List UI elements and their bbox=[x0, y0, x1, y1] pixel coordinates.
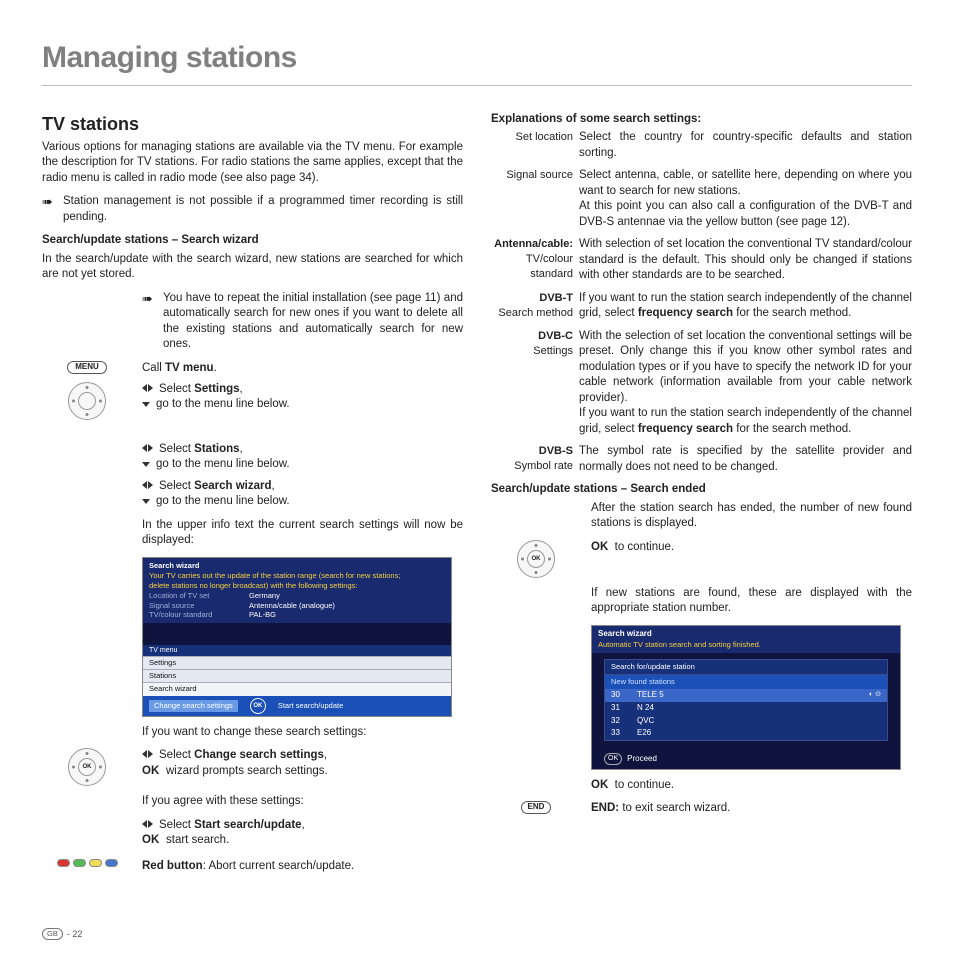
section-heading: TV stations bbox=[42, 112, 463, 136]
menu-button-label: MENU bbox=[67, 361, 107, 374]
note-hang: ➠ Station management is not possible if … bbox=[42, 194, 463, 225]
text: If you agree with these settings: bbox=[142, 794, 463, 810]
definition-row: DVB-SSymbol rateThe symbol rate is speci… bbox=[491, 444, 912, 475]
text: If you want to change these search setti… bbox=[142, 725, 463, 741]
definition-row: DVB-CSettingsWith the selection of set l… bbox=[491, 329, 912, 438]
page-title: Managing stations bbox=[42, 38, 912, 79]
definition-row: DVB-TSearch methodIf you want to run the… bbox=[491, 291, 912, 322]
left-column: TV stations Various options for managing… bbox=[42, 112, 463, 880]
step-row: OK OK to continue. bbox=[491, 540, 912, 582]
tv-screenshot: Search wizard Automatic TV station searc… bbox=[591, 625, 901, 770]
note-text: Station management is not possible if a … bbox=[63, 194, 463, 225]
page-footer: GB - 22 bbox=[42, 928, 82, 940]
subhead: Search/update stations – Search wizard bbox=[42, 233, 463, 249]
step-row: OK Select Change search settings, OKwiza… bbox=[42, 748, 463, 790]
pointer-icon: ➠ bbox=[142, 291, 156, 353]
station-status-icon: ◐ ⊙ bbox=[869, 690, 881, 701]
definition-row: Antenna/cable:TV/colourstandardWith sele… bbox=[491, 237, 912, 284]
subhead: Explanations of some search settings: bbox=[491, 112, 912, 128]
definition-row: Signal sourceSelect antenna, cable, or s… bbox=[491, 168, 912, 230]
columns: TV stations Various options for managing… bbox=[42, 112, 912, 880]
nav-wheel-icon bbox=[42, 382, 132, 420]
ok-wheel-icon: OK bbox=[42, 748, 132, 786]
subhead: Search/update stations – Search ended bbox=[491, 482, 912, 498]
subdesc: In the search/update with the search wiz… bbox=[42, 252, 463, 283]
step-row: Red button: Abort current search/update. bbox=[42, 859, 463, 875]
text: If new stations are found, these are dis… bbox=[591, 586, 912, 617]
definition-row: Set locationSelect the country for count… bbox=[491, 130, 912, 161]
note-hang: ➠ You have to repeat the initial install… bbox=[142, 291, 463, 353]
info-text: In the upper info text the current searc… bbox=[142, 518, 463, 549]
intro-para: Various options for managing stations ar… bbox=[42, 140, 463, 187]
text: After the station search has ended, the … bbox=[591, 501, 912, 532]
menu-button-icon: MENU bbox=[42, 361, 132, 374]
station-row: 30TELE 5◐ ⊙ bbox=[605, 689, 887, 702]
region-badge: GB bbox=[42, 928, 63, 940]
ok-wheel-icon: OK bbox=[491, 540, 581, 578]
station-row: 31N 24 bbox=[605, 702, 887, 715]
step-text: Call TV menu. bbox=[142, 361, 463, 377]
page-number: - 22 bbox=[67, 928, 83, 940]
colour-buttons-icon bbox=[42, 859, 132, 867]
step-row: MENU Call TV menu. bbox=[42, 361, 463, 377]
tv-screenshot: Search wizard Your TV carries out the up… bbox=[142, 557, 452, 717]
right-column: Explanations of some search settings: Se… bbox=[491, 112, 912, 880]
divider bbox=[42, 85, 912, 86]
step-row: Select Settings, go to the menu line bel… bbox=[42, 382, 463, 438]
pointer-icon: ➠ bbox=[42, 194, 56, 225]
note-text: You have to repeat the initial installat… bbox=[163, 291, 463, 353]
step-row: END END: to exit search wizard. bbox=[491, 801, 912, 817]
station-row: 33E26 bbox=[605, 727, 887, 740]
definitions-list: Set locationSelect the country for count… bbox=[491, 130, 912, 475]
end-button-icon: END bbox=[491, 801, 581, 814]
station-row: 32QVC bbox=[605, 715, 887, 728]
